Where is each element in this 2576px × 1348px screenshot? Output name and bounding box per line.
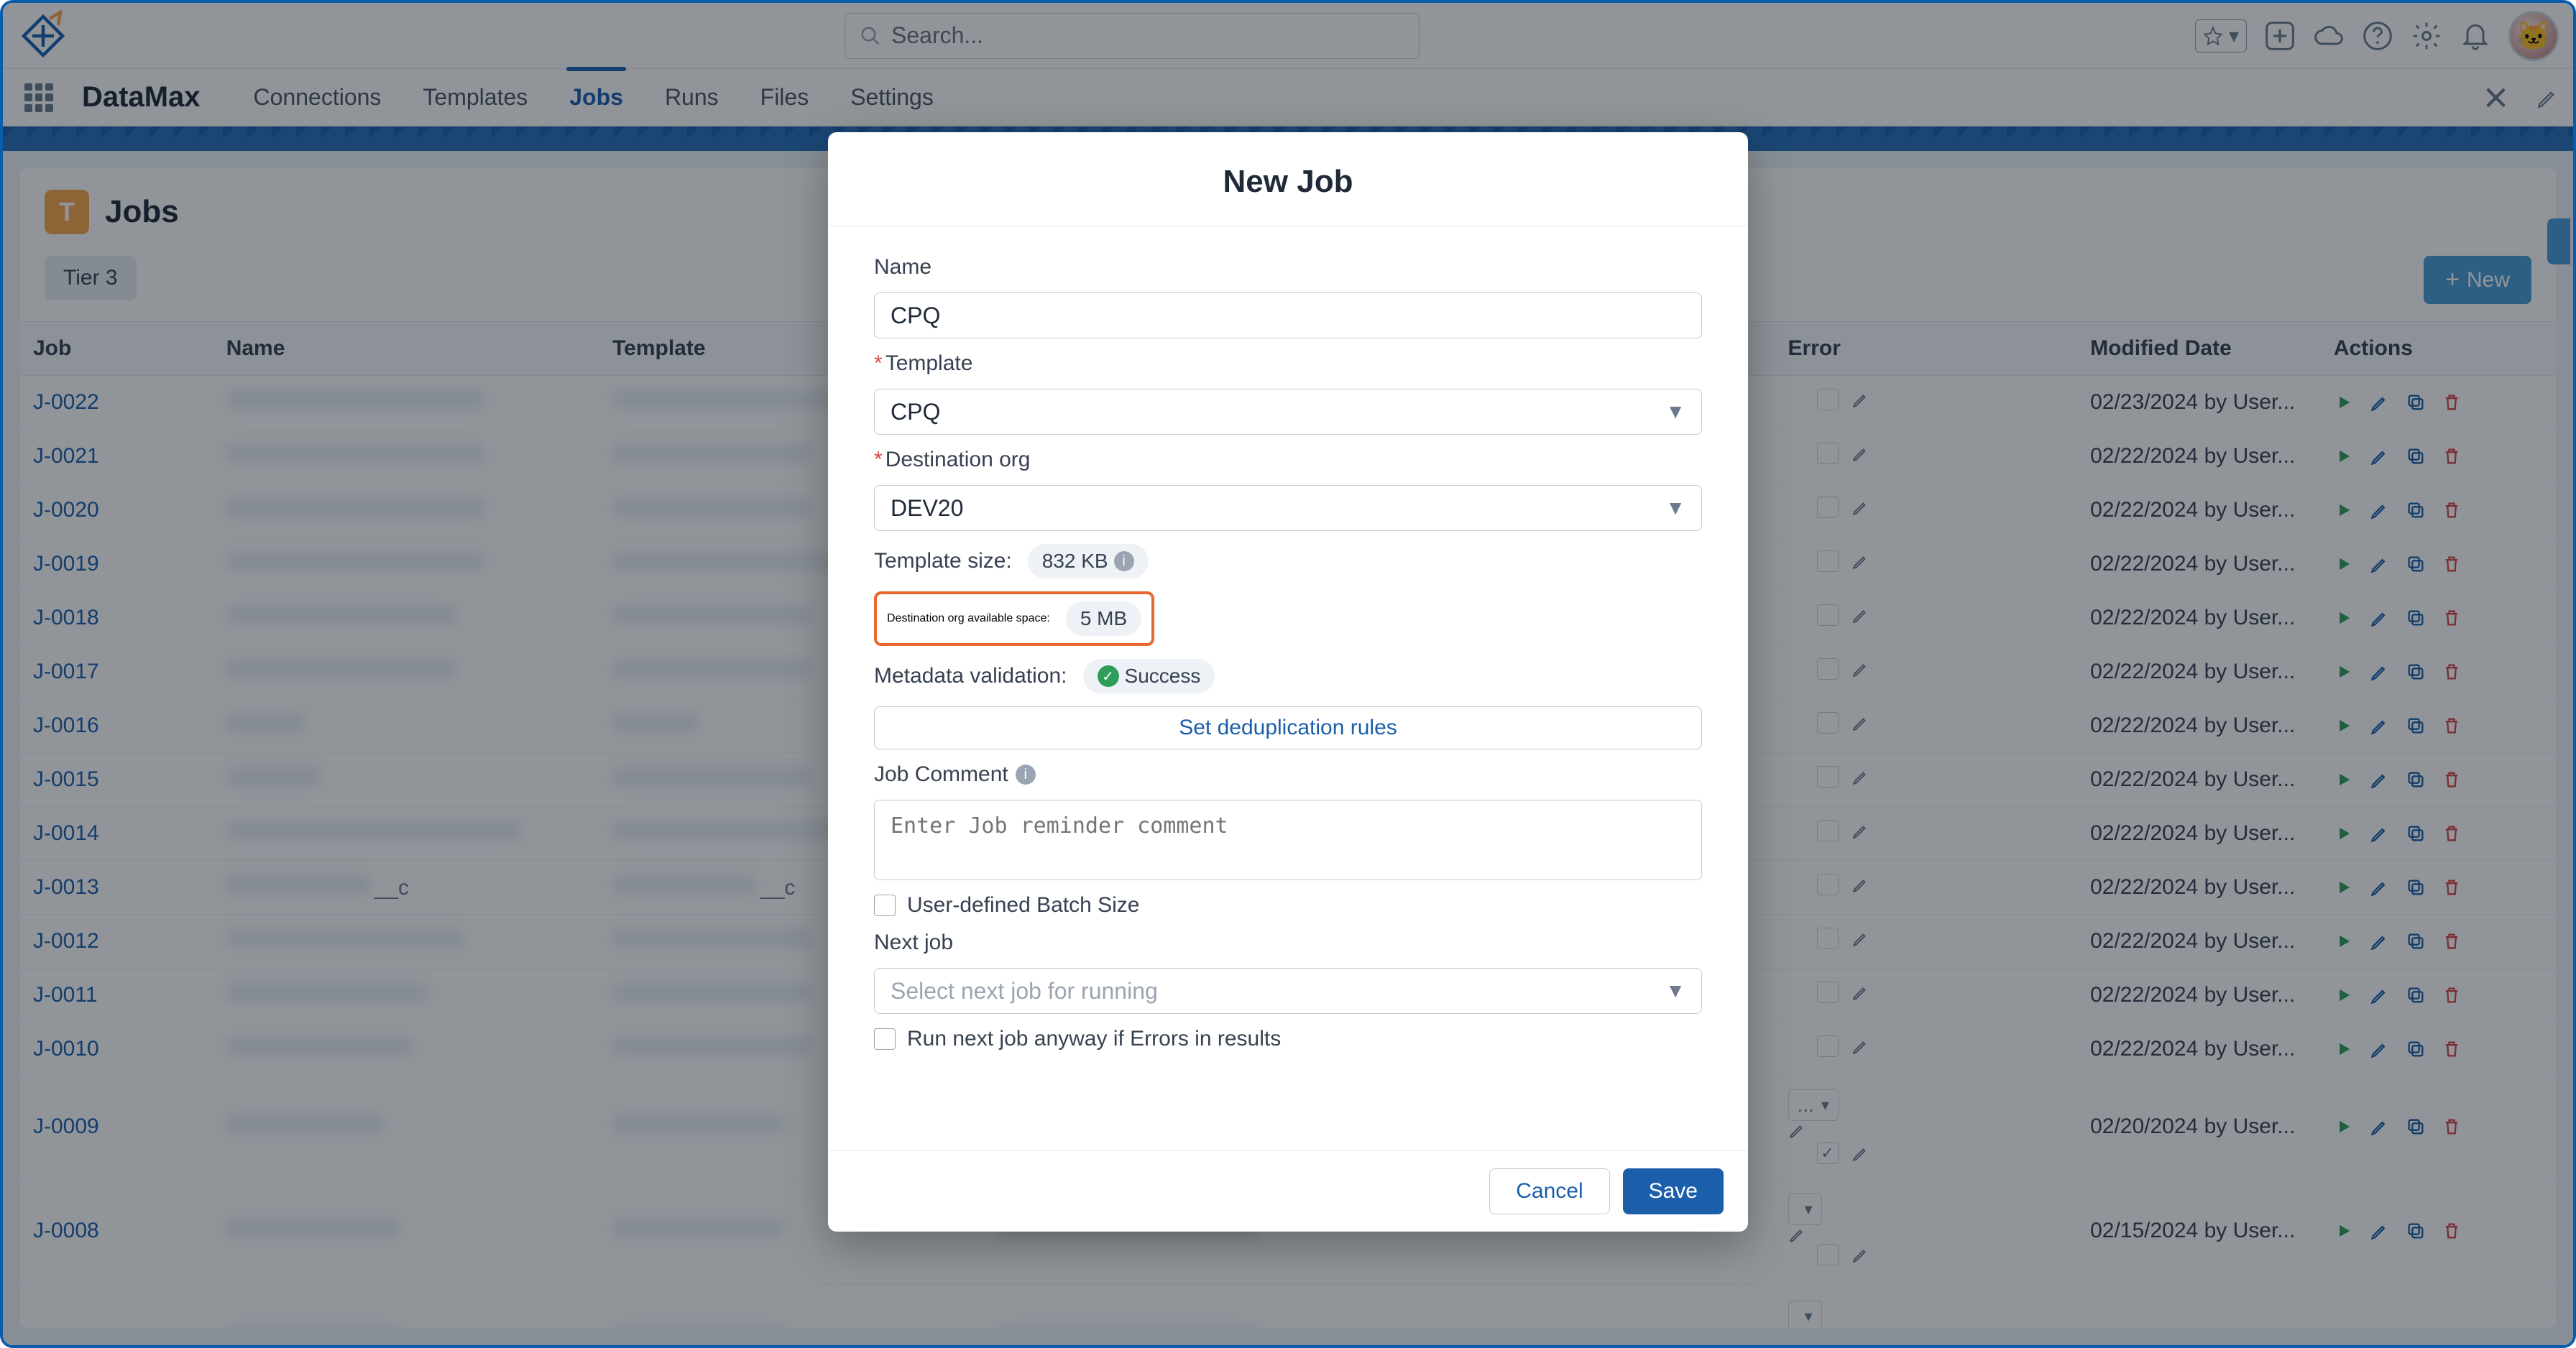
destination-select[interactable]: DEV20 ▼: [874, 485, 1702, 531]
new-job-modal: New Job Name *Template CPQ ▼ *Destinatio…: [828, 132, 1748, 1232]
run-anyway-checkbox[interactable]: [874, 1028, 896, 1050]
save-button[interactable]: Save: [1623, 1168, 1724, 1214]
modal-title: New Job: [842, 164, 1734, 200]
cancel-button[interactable]: Cancel: [1489, 1168, 1609, 1214]
destination-label: *Destination org: [874, 448, 1702, 472]
dest-space-value: 5 MB: [1066, 601, 1141, 636]
name-input[interactable]: [874, 292, 1702, 338]
template-size-label: Template size:: [874, 549, 1012, 573]
chevron-down-icon: ▼: [1665, 979, 1685, 1002]
chevron-down-icon: ▼: [1665, 400, 1685, 423]
next-job-select[interactable]: Select next job for running ▼: [874, 968, 1702, 1014]
metadata-validation-label: Metadata validation:: [874, 664, 1067, 688]
run-anyway-label: Run next job anyway if Errors in results: [907, 1027, 1281, 1051]
name-label: Name: [874, 255, 1702, 280]
next-job-label: Next job: [874, 931, 1702, 955]
job-comment-input[interactable]: [874, 800, 1702, 880]
dedup-button[interactable]: Set deduplication rules: [874, 706, 1702, 749]
chevron-down-icon: ▼: [1665, 497, 1685, 520]
job-comment-label: Job Comment: [874, 762, 1008, 787]
batch-size-label: User-defined Batch Size: [907, 893, 1140, 918]
info-icon[interactable]: i: [1016, 765, 1036, 785]
validation-status: ✓ Success: [1083, 659, 1215, 693]
dest-space-label: Destination org available space:: [887, 612, 1050, 625]
modal-scrim: New Job Name *Template CPQ ▼ *Destinatio…: [3, 3, 2573, 1345]
success-icon: ✓: [1098, 665, 1119, 687]
template-label: *Template: [874, 351, 1702, 376]
info-icon[interactable]: i: [1114, 551, 1134, 571]
template-size-value: 832 KB i: [1028, 544, 1149, 578]
batch-size-checkbox[interactable]: [874, 895, 896, 916]
destination-space-highlight: Destination org available space: 5 MB: [874, 591, 1154, 646]
template-select[interactable]: CPQ ▼: [874, 389, 1702, 435]
